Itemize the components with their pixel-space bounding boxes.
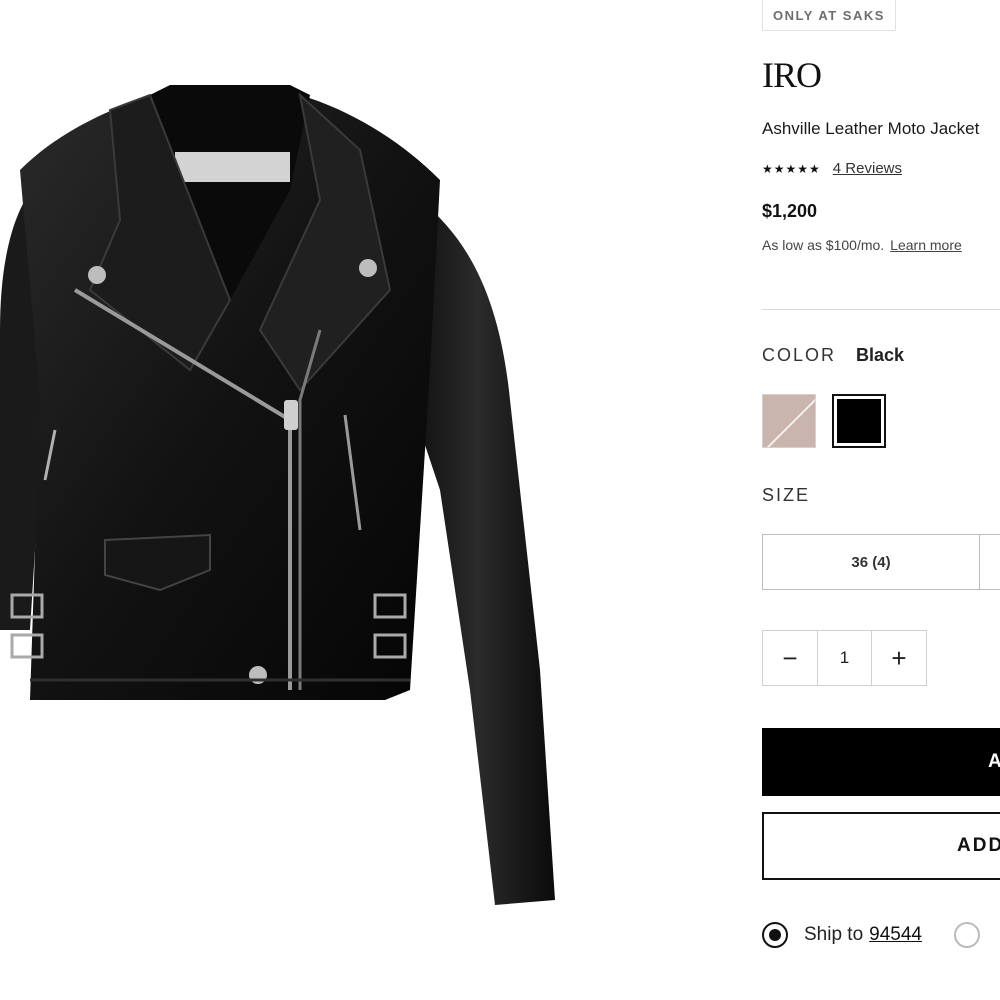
pickup-radio[interactable] bbox=[954, 922, 980, 948]
product-title: Ashville Leather Moto Jacket bbox=[762, 119, 980, 138]
reviews-link[interactable]: 4 Reviews bbox=[833, 160, 902, 177]
size-options: 36 (4) bbox=[762, 534, 1000, 590]
jacket-illustration bbox=[0, 85, 555, 905]
color-swatch-taupe[interactable] bbox=[762, 394, 816, 448]
color-swatches bbox=[762, 394, 886, 448]
exclusive-badge: ONLY AT SAKS bbox=[762, 0, 896, 31]
selected-color: Black bbox=[856, 345, 905, 365]
color-label: COLOR bbox=[762, 345, 837, 365]
color-swatch-black[interactable] bbox=[832, 394, 886, 448]
size-label: SIZE bbox=[762, 485, 811, 505]
star-rating-icon: ★★★★★ bbox=[762, 161, 821, 176]
product-price: $1,200 bbox=[762, 201, 818, 221]
add-to-bag-button[interactable]: ADD TO BAG bbox=[762, 728, 1000, 796]
ship-to-radio[interactable] bbox=[762, 922, 788, 948]
ship-to-label: Ship to bbox=[804, 924, 864, 945]
quantity-stepper: − 1 + bbox=[762, 630, 927, 686]
size-option-36[interactable]: 36 (4) bbox=[762, 534, 980, 590]
financing-text: As low as $100/mo. bbox=[762, 237, 885, 253]
radio-selected-dot bbox=[769, 929, 781, 941]
product-details-panel: ONLY AT SAKS IRO Ashville Leather Moto J… bbox=[762, 0, 1000, 1000]
product-image[interactable] bbox=[0, 70, 570, 920]
quantity-value[interactable]: 1 bbox=[817, 630, 872, 686]
product-page: ONLY AT SAKS IRO Ashville Leather Moto J… bbox=[0, 0, 1000, 1000]
rating-row: ★★★★★ 4 Reviews bbox=[762, 160, 902, 177]
learn-more-link[interactable]: Learn more bbox=[890, 237, 962, 253]
color-selector-header: COLOR Black bbox=[762, 345, 904, 366]
shipping-options: Ship to 94544 bbox=[762, 922, 980, 948]
color-swatch-black-fill bbox=[837, 399, 881, 443]
brand-name[interactable]: IRO bbox=[762, 54, 822, 96]
ship-zip-link[interactable]: 94544 bbox=[869, 924, 922, 946]
financing-info: As low as $100/mo. Learn more bbox=[762, 237, 962, 253]
quantity-decrease-button[interactable]: − bbox=[762, 630, 818, 686]
quantity-increase-button[interactable]: + bbox=[871, 630, 927, 686]
size-option-next[interactable] bbox=[979, 534, 1000, 590]
section-divider bbox=[762, 309, 1000, 310]
add-to-wishlist-button[interactable]: ADD TO WISH LIST bbox=[762, 812, 1000, 880]
